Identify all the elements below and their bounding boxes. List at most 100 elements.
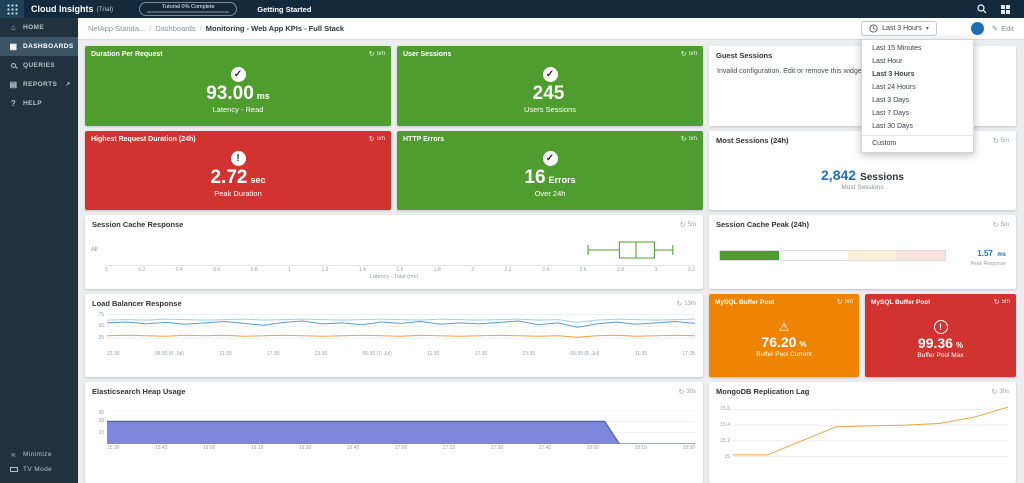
y-axis-tick: 15.4 [720, 422, 730, 429]
widget-mysql-buffer-pool-max[interactable]: MySQL Buffer Pool ↻ 5m ! 99.36% Buffer Po… [865, 294, 1016, 377]
y-axis-ticks: 30 20 10 [91, 410, 107, 444]
breadcrumb-bar: NetApp Standa... / Dashboards / Monitori… [78, 18, 1024, 40]
refresh-interval: 5m [844, 299, 853, 305]
getting-started-link[interactable]: Getting Started [257, 5, 311, 14]
x-axis-tick: 0.2 [138, 267, 146, 273]
status-ok-icon: ✓ [230, 66, 246, 82]
widget-duration-per-request[interactable]: Duration Per Request ↻ 5m ✓ 93.00 ms Laten… [85, 46, 391, 126]
x-axis-tick: 1.8 [433, 267, 441, 273]
x-axis-tick: 05:30 (6. Jul) [154, 351, 185, 357]
sidebar-item-home[interactable]: ⌂ HOME [0, 18, 78, 37]
x-axis-tick: 23:30 [107, 351, 120, 357]
kpi-unit: % [955, 341, 964, 350]
x-axis-tick: 18:30 [682, 445, 695, 451]
refresh-interval: 5m [1001, 299, 1010, 305]
refresh-interval: 5m [1000, 137, 1009, 144]
boxplot-category-label: All [91, 247, 98, 253]
x-axis-tick: 17:30 [266, 351, 280, 357]
breadcrumb-separator: / [199, 24, 202, 33]
widget-title: Session Cache Peak (24h) [716, 220, 809, 229]
y-axis-tick: 15.6 [720, 406, 730, 413]
sidebar-item-reports[interactable]: ▤ REPORTS ↗ [0, 75, 78, 94]
time-option-last-hour[interactable]: Last Hour [862, 55, 973, 68]
refresh-icon: ↻ [836, 299, 843, 306]
most-sessions-unit: Sessions [860, 171, 904, 183]
sidebar-item-queries[interactable]: QUERIES [0, 56, 78, 75]
sidebar-item-label: HOME [23, 24, 45, 31]
clock-icon [869, 24, 878, 33]
pencil-icon: ✎ [991, 24, 999, 33]
breadcrumb-tenant[interactable]: NetApp Standa... [88, 24, 145, 33]
app-switcher-button[interactable] [0, 0, 24, 18]
x-axis-ticks: 0 0.2 0.4 0.6 0.8 1 1.2 1.4 1.6 1.8 2 2.2 2.4 2.6 2.8 3… [105, 265, 695, 273]
kpi-unit: ms [256, 90, 270, 101]
time-option-last-3-hours[interactable]: Last 3 Hours [862, 68, 973, 81]
x-axis-tick: 17:15 [442, 445, 456, 451]
apps-icon[interactable] [1001, 4, 1010, 14]
minimize-icon: « [11, 450, 16, 459]
time-option-last-7-days[interactable]: Last 7 Days [862, 107, 973, 120]
time-option-last-15-minutes[interactable]: Last 15 Minutes [862, 42, 973, 55]
widget-mysql-buffer-pool-current[interactable]: MySQL Buffer Pool ↻ 5m ⚠ 76.20% Buffer Po… [709, 294, 859, 377]
queries-icon [9, 63, 18, 68]
x-axis-tick: 11:30 [427, 351, 440, 357]
widget-highest-request-duration[interactable]: Highest Request Duration (24h) ↻ 5m ! 2.7… [85, 131, 391, 210]
gauge-label: Peak Response [970, 261, 1006, 267]
sidebar-item-help[interactable]: ? HELP [0, 94, 78, 113]
breadcrumb-dashboards[interactable]: Dashboards [155, 24, 195, 33]
x-axis-tick: 3 [654, 267, 658, 273]
line-chart [107, 314, 695, 339]
kpi-unit: Errors [548, 175, 576, 185]
top-navigation-bar: Cloud Insights (Trial) Tutorial 0% Compl… [0, 0, 1024, 18]
time-option-last-3-days[interactable]: Last 3 Days [862, 94, 973, 107]
sidebar-item-dashboards[interactable]: ▦ DASHBOARDS [0, 37, 78, 56]
search-icon[interactable] [977, 4, 987, 14]
widget-http-errors[interactable]: HTTP Errors ↻ 5m ✓ 16 Errors Over 24h [397, 131, 703, 210]
widget-elasticsearch-heap-usage[interactable]: Elasticsearch Heap Usage ↻ 30s 30 20 10 15:… [85, 382, 703, 483]
y-axis-tick: 75 [98, 312, 104, 318]
sidebar-item-label: QUERIES [23, 62, 56, 69]
breadcrumb-current-page: Monitoring - Web App KPIs - Full Stack [205, 24, 345, 33]
sidebar-item-tv-mode[interactable]: TV Mode [0, 462, 78, 477]
widget-mongodb-replication-lag[interactable]: MongoDB Replication Lag ↻ 30s 15.6 15.4 15.… [709, 382, 1016, 483]
kpi-label: Over 24h [534, 189, 566, 198]
y-axis-tick: 20 [98, 418, 104, 425]
widget-session-cache-peak[interactable]: Session Cache Peak (24h) ↻ 5m 1.57 ms Pea… [709, 215, 1016, 289]
y-axis-tick: 15 [724, 453, 730, 460]
x-axis-tick: 18:00 [586, 445, 600, 451]
refresh-interval: 5m [687, 221, 696, 228]
y-axis-tick: 15.2 [720, 437, 730, 444]
refresh-interval: 5m [688, 136, 697, 142]
dashboards-icon: ▦ [9, 42, 18, 51]
widget-session-cache-response[interactable]: Session Cache Response ↻ 5m All 0 0.2 0.4 0.… [85, 215, 703, 289]
refresh-interval: 5m [376, 136, 385, 142]
tutorial-progress-widget[interactable]: Tutorial 0% Complete [139, 2, 238, 16]
trial-badge: (Trial) [96, 5, 114, 13]
widget-load-balancer-response[interactable]: Load Balancer Response ↻ 13m 75 50 25 23:30… [85, 294, 703, 377]
y-axis-tick: 10 [98, 429, 104, 436]
time-option-custom[interactable]: Custom [862, 135, 974, 150]
y-axis-tick: 25 [98, 335, 104, 342]
widget-user-sessions[interactable]: User Sessions ↻ 5m ✓ 245 Users Sessions [397, 46, 703, 126]
refresh-icon: ↻ [676, 300, 683, 308]
user-avatar[interactable] [970, 22, 984, 35]
time-option-last-30-days[interactable]: Last 30 Days [862, 120, 973, 133]
kpi-label: Latency - Read [212, 104, 264, 114]
widget-title: User Sessions [403, 50, 452, 58]
edit-dashboard-button[interactable]: ✎ Edit [992, 24, 1014, 33]
kpi-value: 76.20 [761, 334, 797, 350]
refresh-interval: 13m [684, 300, 696, 307]
x-axis-tick: 0.6 [213, 267, 221, 273]
gauge-value: 1.57 [977, 249, 993, 258]
sidebar-item-minimize[interactable]: « Minimize [0, 447, 78, 462]
home-icon: ⌂ [10, 23, 17, 32]
x-axis-tick: 17:30 [490, 445, 504, 451]
x-axis-tick: 0.8 [250, 267, 258, 273]
x-axis-tick: 05:30 (8. Jul) [570, 351, 600, 357]
refresh-interval: 5m [688, 51, 697, 57]
refresh-interval: 30s [999, 388, 1009, 395]
x-axis-label: Latency - Total (ms) [369, 274, 419, 280]
time-option-last-24-hours[interactable]: Last 24 Hours [862, 81, 973, 94]
widget-title: Highest Request Duration (24h) [91, 135, 196, 143]
time-range-selector[interactable]: Last 3 Hours ▾ [861, 21, 937, 36]
